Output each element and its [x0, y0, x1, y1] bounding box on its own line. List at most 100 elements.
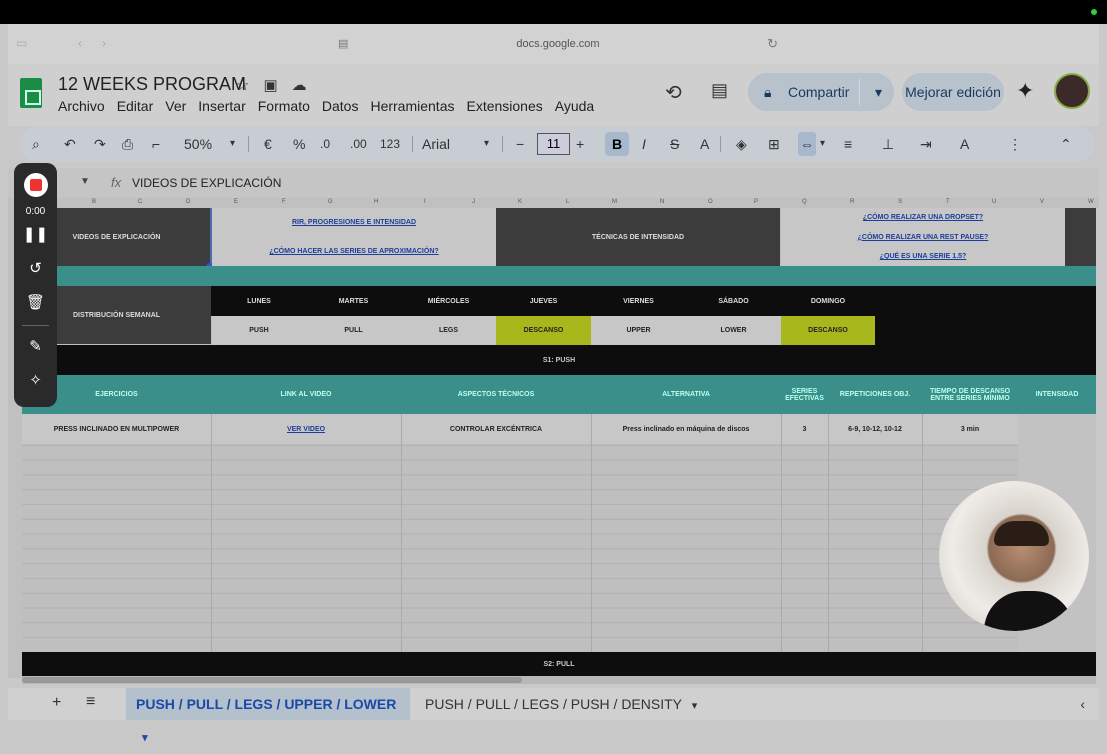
scrollbar-thumb[interactable] [22, 677, 522, 683]
search-icon[interactable]: ⌕ [32, 126, 40, 162]
history-icon[interactable]: ⟲ [665, 80, 682, 105]
stop-record-button[interactable] [24, 173, 48, 197]
s2-header[interactable]: S2: PULL [22, 652, 1096, 676]
forward-icon[interactable]: › [102, 36, 106, 50]
col-header[interactable]: B [92, 199, 96, 205]
pause-icon[interactable]: ❚❚ [14, 225, 57, 243]
col-header[interactable]: E [234, 199, 238, 205]
menu-archivo[interactable]: Archivo [58, 98, 105, 114]
header-cell[interactable]: LINK AL VIDEO [211, 375, 401, 414]
exercise-cell[interactable]: PRESS INCLINADO EN MULTIPOWER [22, 414, 211, 444]
chevron-down-icon[interactable]: ▾ [820, 126, 825, 162]
currency-button[interactable]: € [264, 126, 272, 162]
cloud-status-icon[interactable]: ☁ [292, 77, 321, 94]
text-color-button[interactable]: A [700, 126, 709, 162]
tab-push-pull-legs-upper-lower[interactable]: PUSH / PULL / LEGS / UPPER / LOWER ▾ [126, 688, 410, 744]
scroll-tabs-left-icon[interactable]: ‹ [1080, 696, 1085, 712]
undo-icon[interactable]: ↶ [64, 126, 76, 162]
more-icon[interactable]: ⋮ [1008, 126, 1022, 162]
decrease-decimals-button[interactable]: .0 [320, 126, 330, 162]
col-header[interactable]: V [1040, 199, 1044, 205]
routine-cell[interactable]: UPPER [591, 316, 686, 345]
col-header[interactable]: L [566, 199, 569, 205]
star-icon[interactable]: ☆ [236, 77, 263, 94]
back-icon[interactable]: ‹ [78, 36, 82, 50]
rest-cell[interactable]: 3 min [922, 414, 1018, 444]
merge-cells-icon[interactable]: ⇔ [798, 132, 816, 156]
cell[interactable] [875, 316, 1096, 345]
chevron-down-icon[interactable]: ▾ [875, 73, 882, 111]
print-icon[interactable]: ⎙ [122, 126, 133, 162]
header-cell[interactable]: TIEMPO DE DESCANSO ENTRE SERIES MÍNIMO [922, 375, 1018, 414]
effects-icon[interactable]: ✧ [14, 371, 57, 389]
fill-color-icon[interactable]: ◈ [736, 126, 747, 162]
day-cell[interactable]: MARTES [306, 286, 401, 316]
address-bar[interactable]: ▤ docs.google.com ↻ [338, 32, 778, 56]
col-header[interactable]: U [992, 199, 996, 205]
link-cell[interactable]: ¿CÓMO HACER LAS SERIES DE APROXIMACIÓN? [212, 237, 496, 266]
col-header[interactable]: S [898, 199, 902, 205]
col-header[interactable]: O [708, 199, 713, 205]
borders-icon[interactable]: ⊞ [768, 126, 780, 162]
day-cell[interactable]: SÁBADO [686, 286, 781, 316]
day-cell[interactable]: MIÉRCOLES [401, 286, 496, 316]
col-header[interactable]: N [660, 199, 664, 205]
link-cell[interactable]: ¿CÓMO REALIZAR UNA DROPSET? [781, 208, 1065, 227]
number-format-button[interactable]: 123 [380, 126, 400, 162]
col-header[interactable]: M [612, 199, 617, 205]
all-sheets-icon[interactable]: ≡ [86, 693, 95, 711]
share-button[interactable]: 🔒︎ Compartir ▾ [748, 73, 894, 111]
dropset-link[interactable]: ¿CÓMO REALIZAR UNA DROPSET? [863, 214, 983, 221]
pen-icon[interactable]: ✎ [14, 337, 57, 355]
routine-cell[interactable]: PUSH [212, 316, 306, 345]
routine-cell[interactable]: DESCANSO [781, 316, 875, 345]
link-cell[interactable]: RIR, PROGRESIONES E INTENSIDAD [212, 208, 496, 237]
strikethrough-button[interactable]: S [670, 126, 679, 162]
rir-link[interactable]: RIR, PROGRESIONES E INTENSIDAD [292, 219, 416, 226]
webcam-overlay[interactable] [939, 481, 1089, 631]
align-vertical-icon[interactable]: ⊥ [882, 126, 894, 162]
col-header[interactable]: C [138, 199, 142, 205]
horizontal-scrollbar[interactable] [22, 676, 1096, 684]
col-header[interactable]: H [374, 199, 378, 205]
menu-extensiones[interactable]: Extensiones [466, 98, 542, 114]
chevron-down-icon[interactable]: ▼ [80, 176, 90, 187]
link-cell[interactable]: ¿CÓMO REALIZAR UNA REST PAUSE? [781, 227, 1065, 247]
chevron-down-icon[interactable]: ▾ [136, 732, 148, 744]
menu-ver[interactable]: Ver [165, 98, 186, 114]
chevron-down-icon[interactable]: ▾ [484, 126, 489, 162]
col-header[interactable]: I [424, 199, 426, 205]
tab-push-pull-legs-push-density[interactable]: PUSH / PULL / LEGS / PUSH / DENSITY ▾ [425, 688, 697, 720]
header-cell[interactable]: SERIES EFECTIVAS [781, 375, 828, 414]
add-sheet-icon[interactable]: + [52, 694, 61, 712]
align-horizontal-icon[interactable]: ≡ [844, 126, 852, 162]
text-wrap-icon[interactable]: ⇥ [920, 126, 932, 162]
day-cell[interactable]: VIERNES [591, 286, 686, 316]
col-header[interactable]: Q [802, 199, 807, 205]
menu-formato[interactable]: Formato [258, 98, 310, 114]
tecnicas-cell[interactable]: TÉCNICAS DE INTENSIDAD [496, 208, 780, 266]
trash-icon[interactable]: 🗑︎ [14, 293, 57, 311]
sheets-logo-icon[interactable] [20, 78, 42, 108]
video-link[interactable]: VER VIDEO [287, 426, 325, 433]
header-cell[interactable]: ALTERNATIVA [591, 375, 781, 414]
restart-icon[interactable]: ↺ [14, 259, 57, 277]
font-size-input[interactable]: 11 [537, 133, 570, 155]
header-cell[interactable]: REPETICIONES OBJ. [828, 375, 922, 414]
col-header[interactable]: F [282, 199, 286, 205]
gemini-icon[interactable]: ✦ [1016, 78, 1034, 104]
font-size-increase-icon[interactable]: + [576, 126, 584, 162]
day-cell[interactable]: JUEVES [496, 286, 591, 316]
text-rotate-icon[interactable]: A [960, 126, 969, 162]
col-header[interactable]: P [754, 199, 758, 205]
day-cell[interactable]: LUNES [212, 286, 306, 316]
upgrade-button[interactable]: Mejorar edición [902, 73, 1004, 111]
series-cell[interactable]: 3 [781, 414, 828, 444]
restpause-link[interactable]: ¿CÓMO REALIZAR UNA REST PAUSE? [858, 234, 989, 241]
cell[interactable] [1065, 208, 1096, 266]
technique-cell[interactable]: CONTROLAR EXCÉNTRICA [401, 414, 591, 444]
col-header[interactable]: K [518, 199, 522, 205]
reload-icon[interactable]: ↻ [767, 32, 778, 56]
formula-input[interactable]: VIDEOS DE EXPLICACIÓN [132, 176, 281, 190]
italic-button[interactable]: I [642, 126, 646, 162]
